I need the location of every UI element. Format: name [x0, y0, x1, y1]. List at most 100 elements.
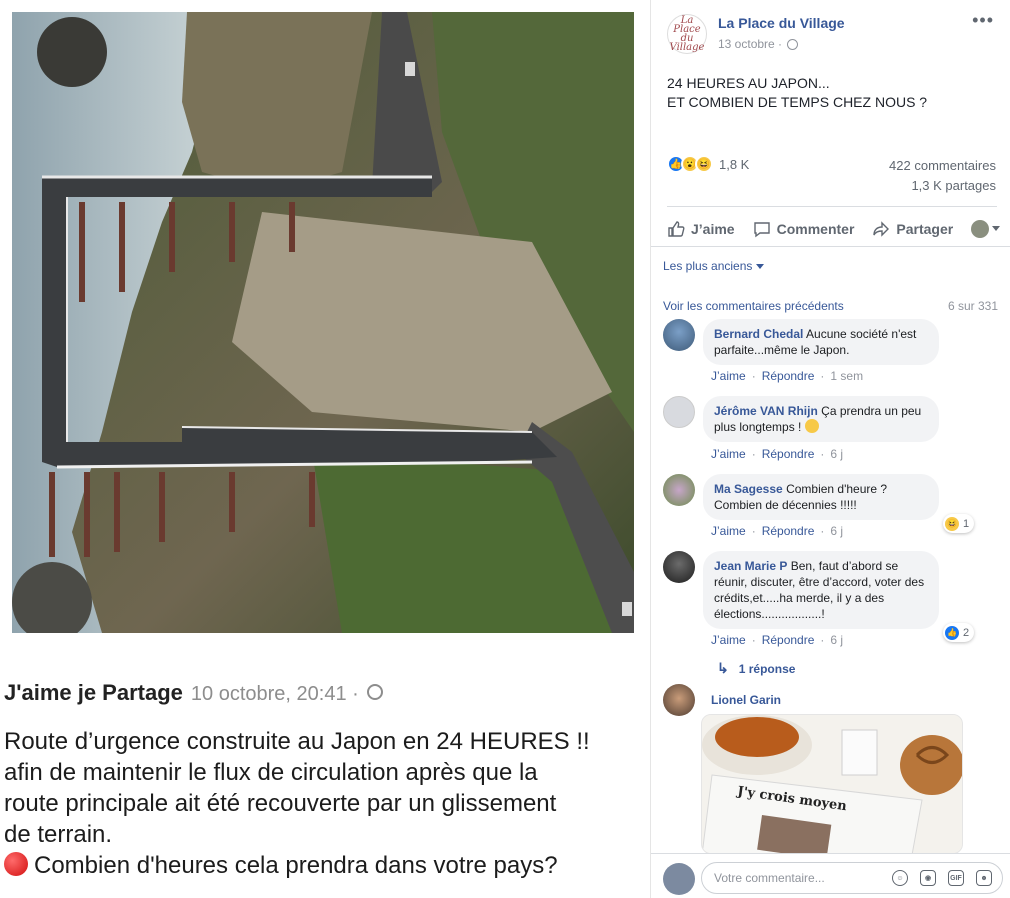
comment-input[interactable]: [714, 871, 884, 885]
comment-image[interactable]: J'y crois moyen: [701, 714, 963, 854]
divider: [651, 246, 1010, 247]
composer-icons: ☺ ◉ GIF ☻: [892, 870, 992, 886]
haha-reaction-icon: 😆: [695, 155, 713, 173]
comment-button[interactable]: Commenter: [753, 216, 855, 238]
share-arrow-icon: [873, 220, 890, 237]
globe-icon: [366, 684, 383, 700]
haha-reaction-icon: 😆: [945, 516, 959, 531]
post-as-selector[interactable]: [971, 216, 1001, 238]
avatar[interactable]: [663, 684, 695, 716]
comment-bubble: Bernard Chedal Aucune société n'est parf…: [703, 319, 939, 365]
replies-label: 1 réponse: [738, 661, 796, 676]
reply-arrow-icon: ↳: [717, 660, 729, 676]
reactions-summary[interactable]: 👍 😮 😆 1,8 K: [667, 155, 749, 173]
comment-label: Commenter: [776, 220, 855, 237]
engagement-counts: 422 commentaires 1,3 K partages: [889, 156, 996, 196]
current-user-avatar: [663, 863, 695, 895]
comment-reply-link[interactable]: Répondre: [762, 524, 815, 538]
caption-line: Route d’urgence construite au Japon en 2…: [4, 728, 590, 755]
comment-bubble: Jérôme VAN Rhijn Ça prendra un peu plus …: [703, 396, 939, 442]
comment-reactions[interactable]: 😆 1: [943, 514, 975, 533]
share-button[interactable]: Partager: [872, 216, 953, 238]
comment-time[interactable]: 6 j: [830, 447, 843, 461]
like-reaction-icon: 👍: [945, 625, 959, 640]
view-previous-comments-link[interactable]: Voir les commentaires précédents: [663, 299, 844, 313]
sort-label: Les plus anciens: [663, 259, 753, 273]
avatar[interactable]: [663, 474, 695, 506]
sticker-icon[interactable]: ☻: [976, 870, 992, 886]
comment-reactions[interactable]: 👍 2: [943, 623, 975, 642]
comments-count-link[interactable]: 422 commentaires: [889, 156, 996, 176]
caption-line: Combien d'heures cela prendra dans votre…: [4, 850, 644, 881]
avatar[interactable]: [663, 396, 695, 428]
camera-icon[interactable]: ◉: [920, 870, 936, 886]
caption-author[interactable]: J'aime je Partage: [4, 680, 183, 706]
comment-time[interactable]: 1 sem: [830, 369, 863, 383]
comments-page-count: 6 sur 331: [947, 299, 998, 313]
page-name-link[interactable]: La Place du Village: [718, 15, 845, 31]
caption-line: afin de maintenir le flux de circulation…: [4, 759, 538, 786]
page-logo-text: La Place du Village: [669, 15, 705, 53]
caption-line: de terrain.: [4, 821, 113, 848]
page-avatar[interactable]: La Place du Village: [667, 14, 707, 54]
landslide-road-illustration: [12, 12, 634, 633]
media-panel: J'aime je Partage 10 octobre, 20:41 · Ro…: [0, 0, 648, 898]
commenter-name[interactable]: Lionel Garin: [711, 693, 781, 707]
photo-caption: J'aime je Partage 10 octobre, 20:41 · Ro…: [4, 680, 644, 881]
more-options-icon[interactable]: •••: [972, 10, 994, 31]
comment-time[interactable]: 6 j: [830, 633, 843, 647]
newspaper-breakfast-illustration: J'y crois moyen: [702, 715, 962, 853]
chevron-down-icon: [992, 226, 1001, 231]
comment-reaction-count: 2: [963, 626, 970, 639]
red-circle-icon: [4, 852, 28, 876]
comment-reply-link[interactable]: Répondre: [762, 369, 815, 383]
wink-emoji-icon: [804, 419, 819, 433]
avatar[interactable]: [663, 551, 695, 583]
comment-meta: J’aime · Répondre · 6 j: [711, 633, 844, 647]
thumbs-up-icon: [668, 220, 685, 237]
post-actions: J’aime Commenter Partager: [667, 206, 1001, 246]
comment-meta: J’aime · Répondre · 1 sem: [711, 369, 864, 383]
comment-meta: J’aime · Répondre · 6 j: [711, 524, 844, 538]
emoji-icon[interactable]: ☺: [892, 870, 908, 886]
comment-like-link[interactable]: J’aime: [711, 524, 746, 538]
post-date-text: 13 octobre ·: [718, 37, 783, 51]
commenter-name[interactable]: Jean Marie P: [714, 559, 787, 573]
comment-input-wrapper[interactable]: ☺ ◉ GIF ☻: [701, 862, 1003, 894]
gif-icon[interactable]: GIF: [948, 870, 964, 886]
avatar[interactable]: [663, 319, 695, 351]
shares-count-link[interactable]: 1,3 K partages: [889, 176, 996, 196]
comment-meta: J’aime · Répondre · 6 j: [711, 447, 844, 461]
profile-avatar: [971, 219, 990, 238]
post-text-line: 24 HEURES AU JAPON...: [667, 75, 830, 91]
caption-question: Combien d'heures cela prendra dans votre…: [34, 852, 558, 879]
caption-date: 10 octobre, 20:41 ·: [190, 683, 359, 705]
commenter-name[interactable]: Ma Sagesse: [714, 482, 783, 496]
speech-bubble-icon: [753, 221, 770, 237]
comment-time[interactable]: 6 j: [830, 524, 843, 538]
comment-reaction-count: 1: [963, 517, 970, 530]
comment-sort-dropdown[interactable]: Les plus anciens: [663, 259, 765, 273]
comment-composer: ☺ ◉ GIF ☻: [651, 853, 1010, 898]
post-date[interactable]: 13 octobre ·: [718, 37, 799, 51]
comment-reply-link[interactable]: Répondre: [762, 447, 815, 461]
post-text: 24 HEURES AU JAPON... ET COMBIEN DE TEMP…: [667, 74, 927, 112]
share-label: Partager: [896, 220, 954, 237]
like-label: J’aime: [691, 220, 735, 237]
comment-bubble: Ma Sagesse Combien d'heure ? Combien de …: [703, 474, 939, 520]
post-photo[interactable]: [12, 12, 634, 633]
caption-line: route principale ait été recouverte par …: [4, 790, 557, 817]
commenter-name[interactable]: Bernard Chedal: [714, 327, 803, 341]
comment-like-link[interactable]: J’aime: [711, 369, 746, 383]
view-replies-link[interactable]: ↳ 1 réponse: [717, 660, 795, 677]
post-sidebar: La Place du Village La Place du Village …: [650, 0, 1010, 898]
like-button[interactable]: J’aime: [667, 216, 735, 238]
post-text-line: ET COMBIEN DE TEMPS CHEZ NOUS ?: [667, 94, 928, 110]
comment-like-link[interactable]: J’aime: [711, 447, 746, 461]
comment-like-link[interactable]: J’aime: [711, 633, 746, 647]
reaction-count: 1,8 K: [719, 156, 750, 172]
commenter-name[interactable]: Jérôme VAN Rhijn: [714, 404, 818, 418]
facebook-photo-viewer: J'aime je Partage 10 octobre, 20:41 · Ro…: [0, 0, 1010, 898]
comment-reply-link[interactable]: Répondre: [762, 633, 815, 647]
comment-bubble: Jean Marie P Ben, faut d’abord se réunir…: [703, 551, 939, 629]
